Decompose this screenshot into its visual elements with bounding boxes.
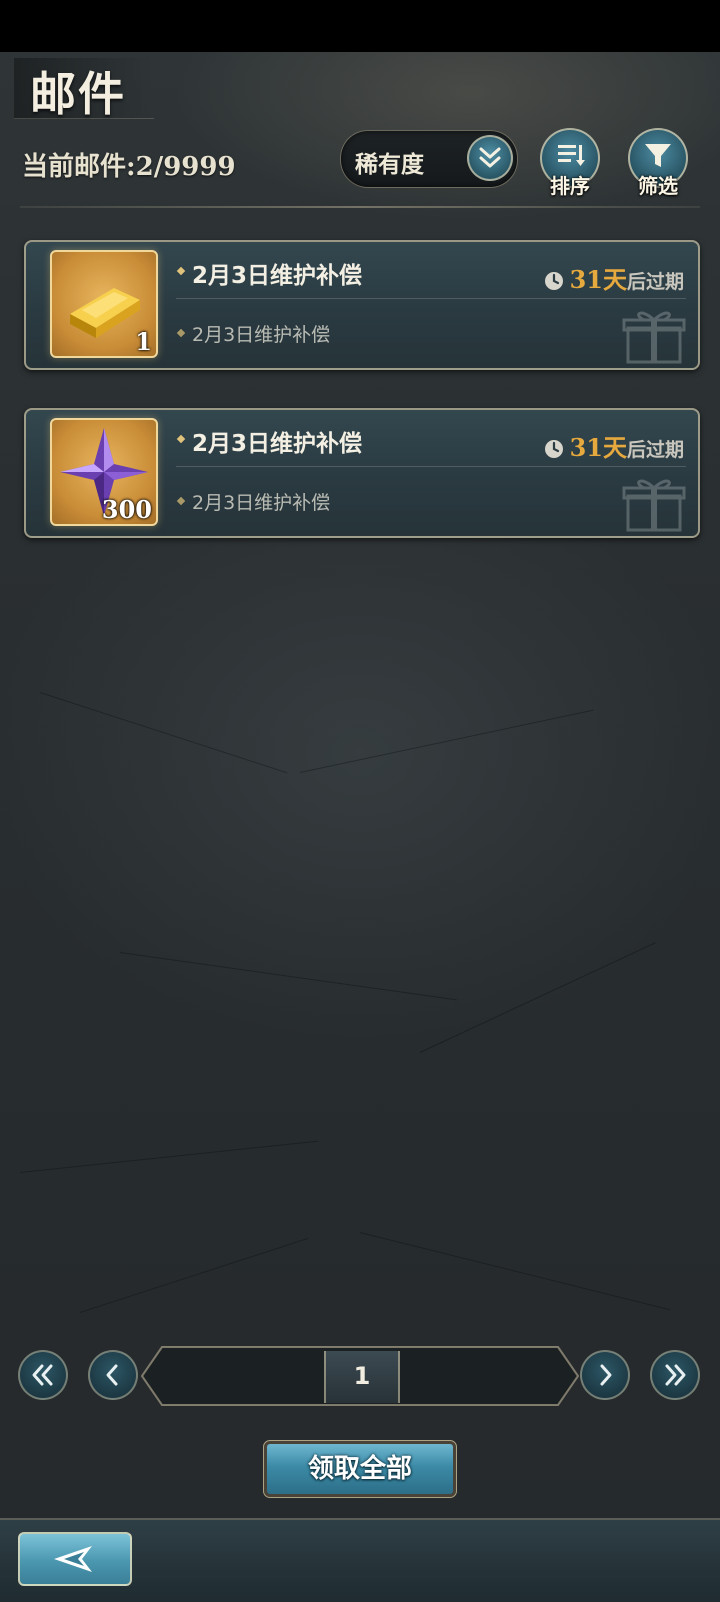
mail-subtitle: 2月3日维护补偿 [192,492,331,514]
mail-item[interactable]: 1 2月3日维护补偿 31天后过期 2月3日维护补偿 [24,240,700,370]
header-divider [20,206,700,208]
mail-item[interactable]: 300 2月3日维护补偿 31天后过期 2月3日维护补偿 [24,408,700,538]
mail-count: 当前邮件:2/9999 [22,146,236,183]
bullet-icon [176,434,186,444]
item-quantity: 1 [135,327,152,356]
claim-all-button[interactable]: 领取全部 [263,1440,457,1498]
mail-title: 2月3日维护补偿 [192,431,363,457]
expire-days: 31天 [569,433,627,462]
card-divider [176,298,686,299]
rarity-label: 稀有度 [355,152,424,178]
expire-info: 31天后过期 [544,260,684,295]
current-page: 1 [324,1351,400,1403]
bullet-icon [176,496,186,506]
clock-icon [544,272,563,290]
gift-icon [622,479,686,532]
double-chevron-right-icon [665,1364,686,1386]
page-title: 邮件 [30,67,126,121]
mail-screen: 邮件 当前邮件:2/9999 稀有度 排序 筛选 1 2月3日维护补偿 31天后… [0,0,720,1602]
item-quantity: 300 [101,495,152,524]
filter-label[interactable]: 筛选 [618,170,698,199]
first-page-button[interactable] [18,1350,68,1400]
mail-subtitle: 2月3日维护补偿 [192,324,331,346]
last-page-button[interactable] [650,1350,700,1400]
chevron-left-icon [106,1364,118,1386]
prev-page-button[interactable] [88,1350,138,1400]
bullet-icon [176,328,186,338]
mail-count-label: 当前邮件: [22,152,136,182]
expire-suffix: 后过期 [626,439,684,461]
expire-info: 31天后过期 [544,428,684,463]
gift-icon [622,311,686,364]
expire-suffix: 后过期 [626,271,684,293]
mail-count-value: 2/9999 [135,152,236,182]
expire-days: 31天 [569,265,627,294]
back-arrow-icon [54,1546,92,1572]
reward-item-slot[interactable]: 300 [50,418,158,526]
reward-item-slot[interactable]: 1 [50,250,158,358]
back-button[interactable] [18,1532,132,1586]
mail-title: 2月3日维护补偿 [192,263,363,289]
double-chevron-left-icon [32,1364,53,1386]
bullet-icon [176,266,186,276]
next-page-button[interactable] [580,1350,630,1400]
chevron-right-icon [600,1364,612,1386]
rarity-sort-select[interactable]: 稀有度 [340,130,518,188]
clock-icon [544,440,563,458]
card-divider [176,466,686,467]
sort-label[interactable]: 排序 [530,170,610,199]
status-bar [0,0,720,52]
chevron-double-down-icon[interactable] [467,135,513,181]
